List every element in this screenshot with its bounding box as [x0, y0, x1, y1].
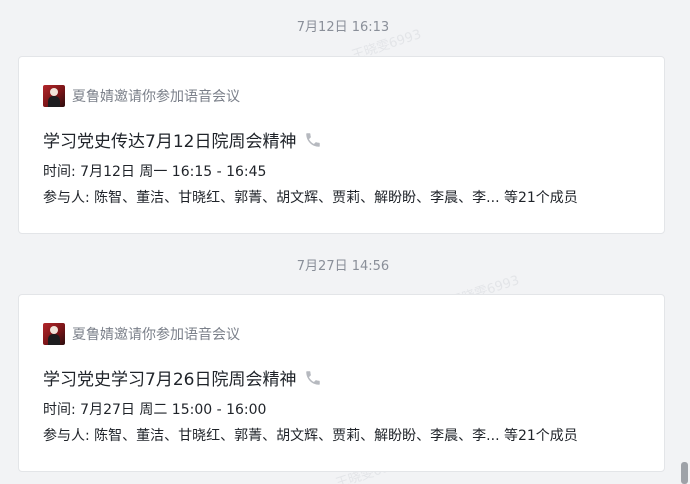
- time-label: 时间:: [43, 164, 76, 180]
- meeting-invite-card[interactable]: 夏鲁婧邀请你参加语音会议 学习党史学习7月26日院周会精神 时间: 7月27日 …: [18, 294, 665, 472]
- meeting-title-row: 学习党史学习7月26日院周会精神: [43, 365, 322, 390]
- inviter-text: 夏鲁婧邀请你参加语音会议: [72, 327, 240, 343]
- member-count: 等21个成员: [503, 190, 578, 206]
- participants-label: 参与人:: [43, 190, 90, 206]
- message-timestamp: 7月27日 14:56: [296, 259, 390, 274]
- time-value: 7月12日 周一 16:15 - 16:45: [80, 164, 267, 180]
- phone-icon[interactable]: [304, 131, 322, 149]
- meeting-time: 时间: 7月12日 周一 16:15 - 16:45: [43, 161, 266, 181]
- inviter-avatar[interactable]: [43, 85, 65, 107]
- member-count: 等21个成员: [503, 428, 578, 444]
- participants-value: 陈智、董洁、甘晓红、郭菁、胡文辉、贾莉、解盼盼、李晨、李...: [94, 428, 500, 444]
- invite-header: 夏鲁婧邀请你参加语音会议: [43, 323, 240, 345]
- meeting-title: 学习党史传达7月12日院周会精神: [43, 132, 297, 152]
- scrollbar-thumb[interactable]: [681, 462, 688, 484]
- meeting-title: 学习党史学习7月26日院周会精神: [43, 370, 297, 390]
- meeting-time: 时间: 7月27日 周二 15:00 - 16:00: [43, 399, 266, 419]
- invite-header: 夏鲁婧邀请你参加语音会议: [43, 85, 240, 107]
- meeting-participants: 参与人: 陈智、董洁、甘晓红、郭菁、胡文辉、贾莉、解盼盼、李晨、李... 等21…: [43, 425, 578, 445]
- inviter-avatar[interactable]: [43, 323, 65, 345]
- chat-message-list[interactable]: 王晓雯6993 王晓雯6993 王晓雯6993 7月12日 16:13 夏鲁婧邀…: [0, 0, 690, 484]
- participants-value: 陈智、董洁、甘晓红、郭菁、胡文辉、贾莉、解盼盼、李晨、李...: [94, 190, 500, 206]
- message-timestamp: 7月12日 16:13: [296, 20, 390, 35]
- inviter-text: 夏鲁婧邀请你参加语音会议: [72, 89, 240, 105]
- time-value: 7月27日 周二 15:00 - 16:00: [80, 402, 267, 418]
- participants-label: 参与人:: [43, 428, 90, 444]
- phone-icon[interactable]: [304, 369, 322, 387]
- time-label: 时间:: [43, 402, 76, 418]
- meeting-invite-card[interactable]: 夏鲁婧邀请你参加语音会议 学习党史传达7月12日院周会精神 时间: 7月12日 …: [18, 56, 665, 234]
- meeting-title-row: 学习党史传达7月12日院周会精神: [43, 127, 322, 152]
- meeting-participants: 参与人: 陈智、董洁、甘晓红、郭菁、胡文辉、贾莉、解盼盼、李晨、李... 等21…: [43, 187, 578, 207]
